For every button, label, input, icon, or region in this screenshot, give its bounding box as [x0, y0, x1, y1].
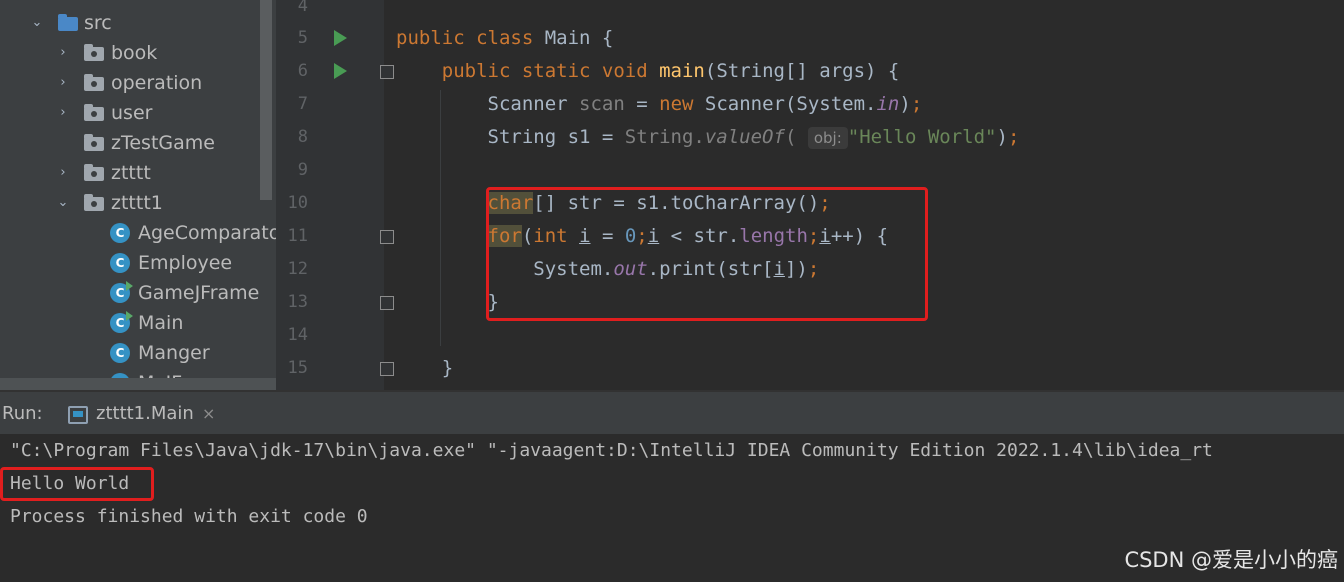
tree-item-label: user	[111, 102, 153, 124]
tree-item-gamejframe[interactable]: C GameJFrame	[0, 278, 260, 308]
tree-item-ztttt1[interactable]: ⌄ ztttt1	[0, 188, 260, 218]
code-line-8: String s1 = String.valueOf( obj: "Hello W…	[396, 126, 1020, 149]
run-gutter-icon[interactable]	[334, 63, 347, 79]
code-editor[interactable]: 4 5 6 7 8 9 10 11 12 13 14 15 public cla…	[276, 0, 1344, 390]
class-icon: C	[110, 223, 130, 243]
tree-item-book[interactable]: › book	[0, 38, 260, 68]
tree-item-label: Manger	[138, 342, 210, 364]
package-icon	[84, 164, 104, 181]
line-number: 6	[297, 61, 308, 81]
tree-item-src[interactable]: ⌄ src	[0, 8, 260, 38]
highlight-box-output	[0, 467, 154, 501]
parameter-hint: obj:	[807, 127, 848, 149]
fold-icon[interactable]	[380, 65, 394, 79]
tree-horizontal-scrollbar[interactable]	[0, 378, 276, 390]
line-number: 12	[287, 259, 308, 279]
line-number: 4	[297, 0, 308, 16]
tree-item-label: operation	[111, 72, 203, 94]
watermark: CSDN @爱是小小的癌	[1124, 548, 1338, 572]
chevron-right-icon[interactable]: ›	[56, 98, 70, 128]
line-number: 10	[287, 193, 308, 213]
console-line: Process finished with exit code 0	[10, 506, 368, 527]
tree-item-user[interactable]: › user	[0, 98, 260, 128]
package-icon	[84, 44, 104, 61]
package-icon	[84, 74, 104, 91]
run-toolbar: Run: ztttt1.Main ×	[0, 390, 1344, 436]
line-number: 14	[287, 325, 308, 345]
chevron-right-icon[interactable]: ›	[56, 158, 70, 188]
tree-item-label: GameJFrame	[138, 282, 260, 304]
tree-item-label: ztttt	[111, 162, 151, 184]
source-folder-icon	[58, 14, 78, 31]
tree-item-ztestgame[interactable]: zTestGame	[0, 128, 260, 158]
line-number: 11	[287, 226, 308, 246]
runnable-class-icon: C	[110, 281, 133, 303]
tree-item-operation[interactable]: › operation	[0, 68, 260, 98]
code-line-15: }	[396, 357, 454, 379]
chevron-down-icon[interactable]: ⌄	[56, 188, 70, 218]
code-line-6: public static void main(String[] args) {	[441, 60, 900, 82]
tree-item-label: book	[111, 42, 158, 64]
run-tab-label: ztttt1.Main	[96, 403, 194, 424]
runnable-class-icon: C	[110, 311, 133, 333]
tree-item-manger[interactable]: C Manger	[0, 338, 260, 368]
run-label: Run:	[2, 403, 43, 424]
highlight-box-code	[486, 187, 928, 321]
tree-item-label: Main	[138, 312, 184, 334]
tree-item-label: zTestGame	[111, 132, 215, 154]
chevron-right-icon[interactable]: ›	[56, 38, 70, 68]
tree-item-label: ztttt1	[111, 192, 163, 214]
package-icon	[84, 194, 104, 211]
code-line-7: Scanner scan = new Scanner(System.in);	[396, 93, 923, 115]
tree-vertical-scrollbar[interactable]	[260, 0, 272, 200]
code-line-5: public class Main {	[396, 27, 614, 49]
code-line-13: }	[396, 291, 499, 313]
tree-item-label: AgeComparator	[138, 222, 276, 244]
console-icon	[68, 406, 88, 424]
project-tree-panel: ⌄ src › book › operation › user zTestGam…	[0, 0, 276, 390]
tree-item-label: Employee	[138, 252, 233, 274]
chevron-right-icon[interactable]: ›	[56, 68, 70, 98]
run-gutter-icon[interactable]	[334, 30, 347, 46]
editor-gutter: 4 5 6 7 8 9 10 11 12 13 14 15	[276, 0, 384, 390]
package-icon	[84, 134, 104, 151]
line-number: 15	[287, 358, 308, 378]
tree-item-employee[interactable]: C Employee	[0, 248, 260, 278]
tree-item-ztttt[interactable]: › ztttt	[0, 158, 260, 188]
line-number: 8	[297, 127, 308, 147]
console-line: "C:\Program Files\Java\jdk-17\bin\java.e…	[10, 440, 1213, 461]
package-icon	[84, 104, 104, 121]
fold-icon[interactable]	[380, 230, 394, 244]
class-icon: C	[110, 253, 130, 273]
tree-item-agecomparator[interactable]: C AgeComparator	[0, 218, 276, 248]
fold-icon[interactable]	[380, 362, 394, 376]
tree-item-label: src	[84, 12, 112, 34]
line-number: 5	[297, 28, 308, 48]
line-number: 7	[297, 94, 308, 114]
tree-item-main[interactable]: C Main	[0, 308, 260, 338]
fold-icon[interactable]	[380, 296, 394, 310]
line-number: 13	[287, 292, 308, 312]
chevron-down-icon[interactable]: ⌄	[30, 8, 44, 38]
class-icon: C	[110, 343, 130, 363]
line-number: 9	[297, 160, 308, 180]
console-output[interactable]: "C:\Program Files\Java\jdk-17\bin\java.e…	[0, 434, 1344, 582]
close-icon[interactable]: ×	[202, 392, 215, 436]
